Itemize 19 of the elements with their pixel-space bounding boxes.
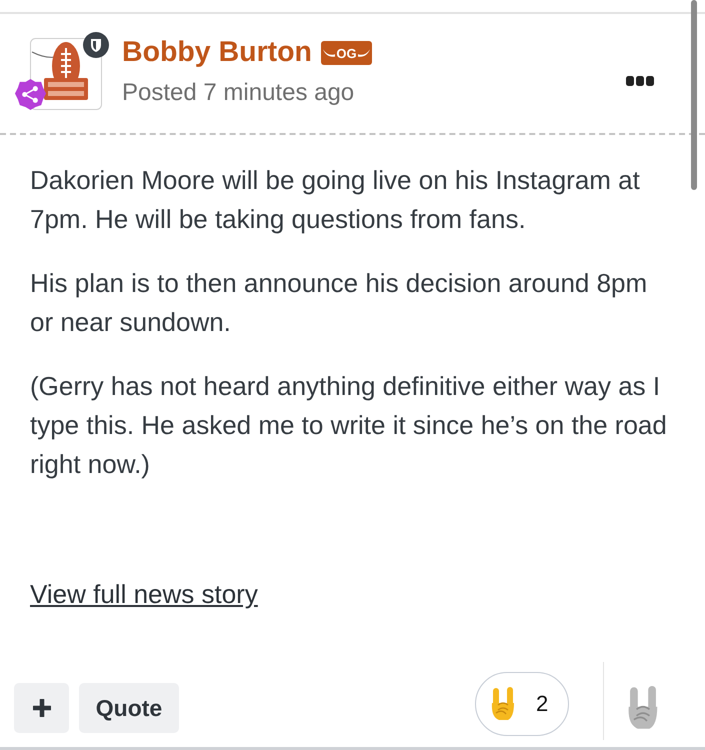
badge-text: OG: [336, 46, 357, 60]
horn-icon: [323, 48, 336, 58]
author-name[interactable]: Bobby Burton: [122, 34, 312, 70]
post-paragraph: Dakorien Moore will be going live on his Instagram at 7pm. He will be taking questions from fans.: [30, 164, 641, 236]
horns-hand-icon: [490, 686, 516, 720]
horn-icon: [358, 48, 370, 58]
shield-icon: [83, 32, 109, 58]
post-paragraph: (Gerry has not heard anything definitive either way as I type this. He asked me to write it since he’s on the road right now.): [30, 370, 668, 481]
reaction-button[interactable]: 2: [475, 672, 569, 736]
post-timestamp: Posted 7 minutes ago: [122, 78, 356, 108]
plus-icon: [32, 699, 50, 717]
full-story-link[interactable]: View full news story: [30, 575, 258, 613]
post-paragraph: His plan is to then announce his decision around 8pm or near sundown.: [30, 267, 648, 339]
horns-hand-icon[interactable]: [626, 686, 660, 730]
add-button[interactable]: [14, 683, 69, 733]
more-options-icon[interactable]: [626, 76, 654, 86]
share-icon: [14, 78, 47, 111]
scrollbar-thumb[interactable]: [691, 0, 697, 190]
quote-button[interactable]: Quote: [79, 683, 179, 733]
